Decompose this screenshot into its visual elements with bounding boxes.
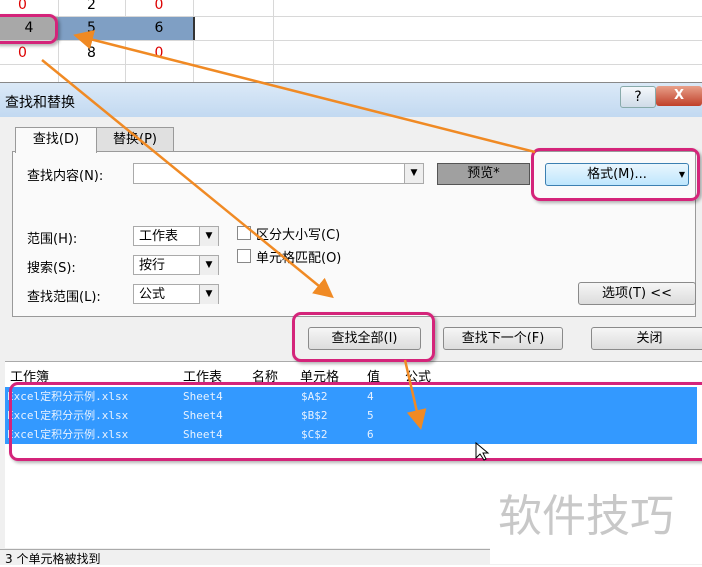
arrow (41, 59, 334, 299)
annotation-arrows (41, 29, 536, 461)
mouse-cursor-icon (475, 441, 490, 461)
tab-find[interactable]: 查找(D) (15, 127, 97, 153)
arrow (73, 29, 536, 154)
arrow (403, 359, 427, 430)
